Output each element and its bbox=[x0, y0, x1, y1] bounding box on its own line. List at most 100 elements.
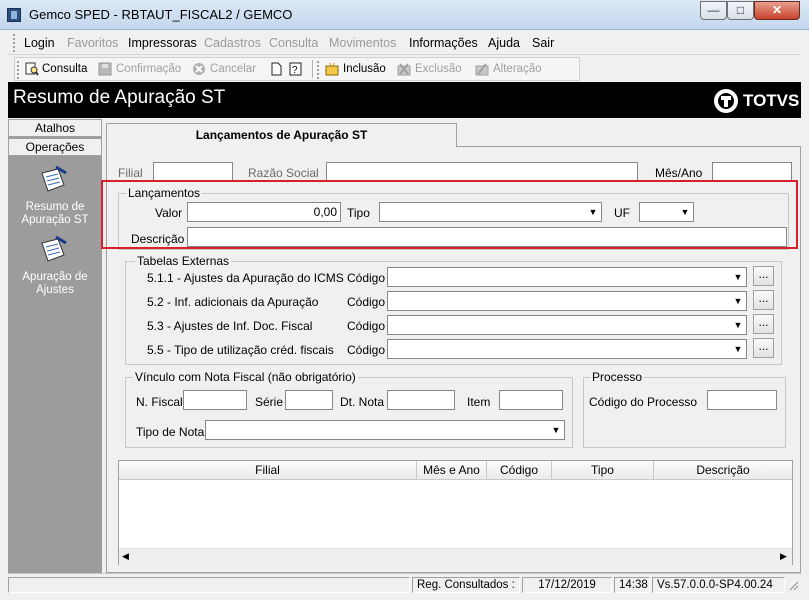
grid-header-codigo[interactable]: Código bbox=[487, 461, 552, 480]
tab-lancamentos[interactable]: Lançamentos de Apuração ST bbox=[106, 123, 457, 147]
serie-field[interactable] bbox=[285, 390, 333, 410]
scroll-right-icon[interactable]: ▶ bbox=[780, 551, 787, 562]
vinculo-group-title: Vínculo com Nota Fiscal (não obrigatório… bbox=[133, 370, 358, 384]
search-doc-icon bbox=[25, 62, 39, 76]
inclusao-button[interactable]: Inclusão bbox=[343, 63, 386, 75]
grid-header-tipo[interactable]: Tipo bbox=[552, 461, 654, 480]
report-icon[interactable] bbox=[38, 165, 68, 195]
chevron-down-icon[interactable]: ▼ bbox=[549, 422, 563, 438]
ajustes-icms-select[interactable]: ▼ bbox=[387, 267, 747, 287]
chevron-down-icon[interactable]: ▼ bbox=[731, 341, 745, 357]
dt-nota-label: Dt. Nota bbox=[340, 395, 385, 409]
report-icon[interactable] bbox=[38, 235, 68, 265]
codigo-label: Código bbox=[347, 295, 386, 309]
inf-adicionais-lookup-button[interactable]: ... bbox=[753, 290, 774, 310]
uf-select[interactable]: ▼ bbox=[639, 202, 694, 222]
sidebar-item-apuracao[interactable]: Apuração de Ajustes bbox=[8, 271, 102, 297]
descricao-field[interactable] bbox=[187, 227, 787, 247]
confirmacao-button[interactable]: Confirmação bbox=[116, 63, 181, 75]
ajustes-icms-lookup-button[interactable]: ... bbox=[753, 266, 774, 286]
codigo-label: Código bbox=[347, 271, 386, 285]
menu-consulta[interactable]: Consulta bbox=[269, 36, 318, 50]
window-title: Gemco SPED - RBTAUT_FISCAL2 / GEMCO bbox=[29, 7, 293, 22]
tipo-nota-label: Tipo de Nota bbox=[136, 425, 205, 439]
valor-field[interactable]: 0,00 bbox=[187, 202, 341, 222]
totvs-logo-text: TOTVS bbox=[743, 91, 800, 110]
chevron-down-icon[interactable]: ▼ bbox=[731, 317, 745, 333]
tabela-row-label: 5.1.1 - Ajustes da Apuração do ICMS bbox=[147, 271, 344, 285]
codigo-label: Código bbox=[347, 343, 386, 357]
tabela-row-label: 5.2 - Inf. adicionais da Apuração bbox=[147, 295, 319, 309]
tipo-select[interactable]: ▼ bbox=[379, 202, 602, 222]
app-icon bbox=[7, 8, 21, 22]
tipo-utilizacao-lookup-button[interactable]: ... bbox=[753, 338, 774, 358]
filial-field[interactable] bbox=[153, 162, 233, 182]
menu-favoritos[interactable]: Favoritos bbox=[67, 36, 118, 50]
menu-bar: Login Favoritos Impressoras Cadastros Co… bbox=[8, 31, 801, 55]
tipo-utilizacao-select[interactable]: ▼ bbox=[387, 339, 747, 359]
reg-consultados-label: Reg. Consultados : bbox=[412, 577, 520, 593]
chevron-down-icon[interactable]: ▼ bbox=[731, 293, 745, 309]
new-document-icon[interactable] bbox=[269, 62, 283, 76]
menu-cadastros[interactable]: Cadastros bbox=[204, 36, 261, 50]
chevron-down-icon[interactable]: ▼ bbox=[731, 269, 745, 285]
menu-ajuda[interactable]: Ajuda bbox=[488, 36, 520, 50]
grid-header-descricao[interactable]: Descrição bbox=[654, 461, 792, 480]
tab-atalhos[interactable]: Atalhos bbox=[8, 119, 102, 137]
tipo-nota-select[interactable]: ▼ bbox=[205, 420, 565, 440]
menu-movimentos[interactable]: Movimentos bbox=[329, 36, 396, 50]
menu-sair[interactable]: Sair bbox=[532, 36, 554, 50]
sidebar-item-label: Apuração de bbox=[22, 271, 88, 283]
totvs-logo-icon bbox=[714, 89, 738, 113]
menu-grip bbox=[13, 34, 16, 52]
alteracao-button[interactable]: Alteração bbox=[493, 63, 542, 75]
uf-label: UF bbox=[614, 206, 630, 220]
ajustes-doc-fiscal-select[interactable]: ▼ bbox=[387, 315, 747, 335]
status-version: Vs.57.0.0.0-SP4.00.24 bbox=[652, 577, 785, 593]
results-grid[interactable]: Filial Mês e Ano Código Tipo Descrição ◀… bbox=[118, 460, 793, 565]
status-date: 17/12/2019 bbox=[522, 577, 612, 593]
grid-header-filial[interactable]: Filial bbox=[119, 461, 417, 480]
horizontal-scrollbar[interactable]: ◀ ▶ bbox=[119, 548, 792, 565]
delete-icon bbox=[397, 63, 411, 76]
page-title: Resumo de Apuração ST bbox=[13, 87, 226, 108]
minimize-button[interactable]: — bbox=[700, 1, 727, 20]
maximize-button[interactable]: □ bbox=[727, 1, 754, 20]
status-bar: Reg. Consultados : 17/12/2019 14:38 Vs.5… bbox=[8, 573, 801, 593]
grid-header-mes-ano[interactable]: Mês e Ano bbox=[417, 461, 487, 480]
menu-login[interactable]: Login bbox=[24, 36, 55, 50]
consulta-button[interactable]: Consulta bbox=[42, 63, 87, 75]
resize-grip-icon[interactable] bbox=[787, 579, 799, 591]
chevron-down-icon[interactable]: ▼ bbox=[678, 204, 692, 220]
sidebar-item-resumo[interactable]: Resumo de Apuração ST bbox=[8, 201, 102, 227]
mes-ano-label: Mês/Ano bbox=[655, 166, 703, 180]
help-search-icon[interactable]: ? bbox=[289, 62, 303, 76]
razao-social-field[interactable] bbox=[326, 162, 638, 182]
toolbar: Consulta Confirmação Cancelar ? Inclusão… bbox=[14, 57, 580, 81]
totvs-logo: TOTVS bbox=[714, 89, 800, 113]
toolbar-grip bbox=[317, 61, 320, 79]
ajustes-doc-fiscal-lookup-button[interactable]: ... bbox=[753, 314, 774, 334]
codigo-processo-field[interactable] bbox=[707, 390, 777, 410]
scroll-left-icon[interactable]: ◀ bbox=[122, 551, 129, 562]
razao-social-label: Razão Social bbox=[248, 166, 319, 180]
menu-informacoes[interactable]: Informações bbox=[409, 36, 478, 50]
chevron-down-icon[interactable]: ▼ bbox=[586, 204, 600, 220]
sidebar-item-label: Ajustes bbox=[36, 284, 74, 296]
inf-adicionais-select[interactable]: ▼ bbox=[387, 291, 747, 311]
item-field[interactable] bbox=[499, 390, 563, 410]
mes-ano-field[interactable] bbox=[712, 162, 792, 182]
save-icon bbox=[98, 62, 112, 76]
cancelar-button[interactable]: Cancelar bbox=[210, 63, 256, 75]
n-fiscal-field[interactable] bbox=[183, 390, 247, 410]
descricao-label: Descrição bbox=[131, 232, 185, 246]
tab-operacoes[interactable]: Operações bbox=[8, 138, 102, 156]
toolbar-separator bbox=[312, 60, 314, 78]
processo-group bbox=[583, 377, 786, 448]
exclusao-button[interactable]: Exclusão bbox=[415, 63, 462, 75]
processo-group-title: Processo bbox=[590, 370, 645, 384]
dt-nota-field[interactable] bbox=[387, 390, 455, 410]
codigo-label: Código bbox=[347, 319, 386, 333]
close-button[interactable]: ✕ bbox=[754, 1, 800, 20]
menu-impressoras[interactable]: Impressoras bbox=[128, 36, 197, 50]
